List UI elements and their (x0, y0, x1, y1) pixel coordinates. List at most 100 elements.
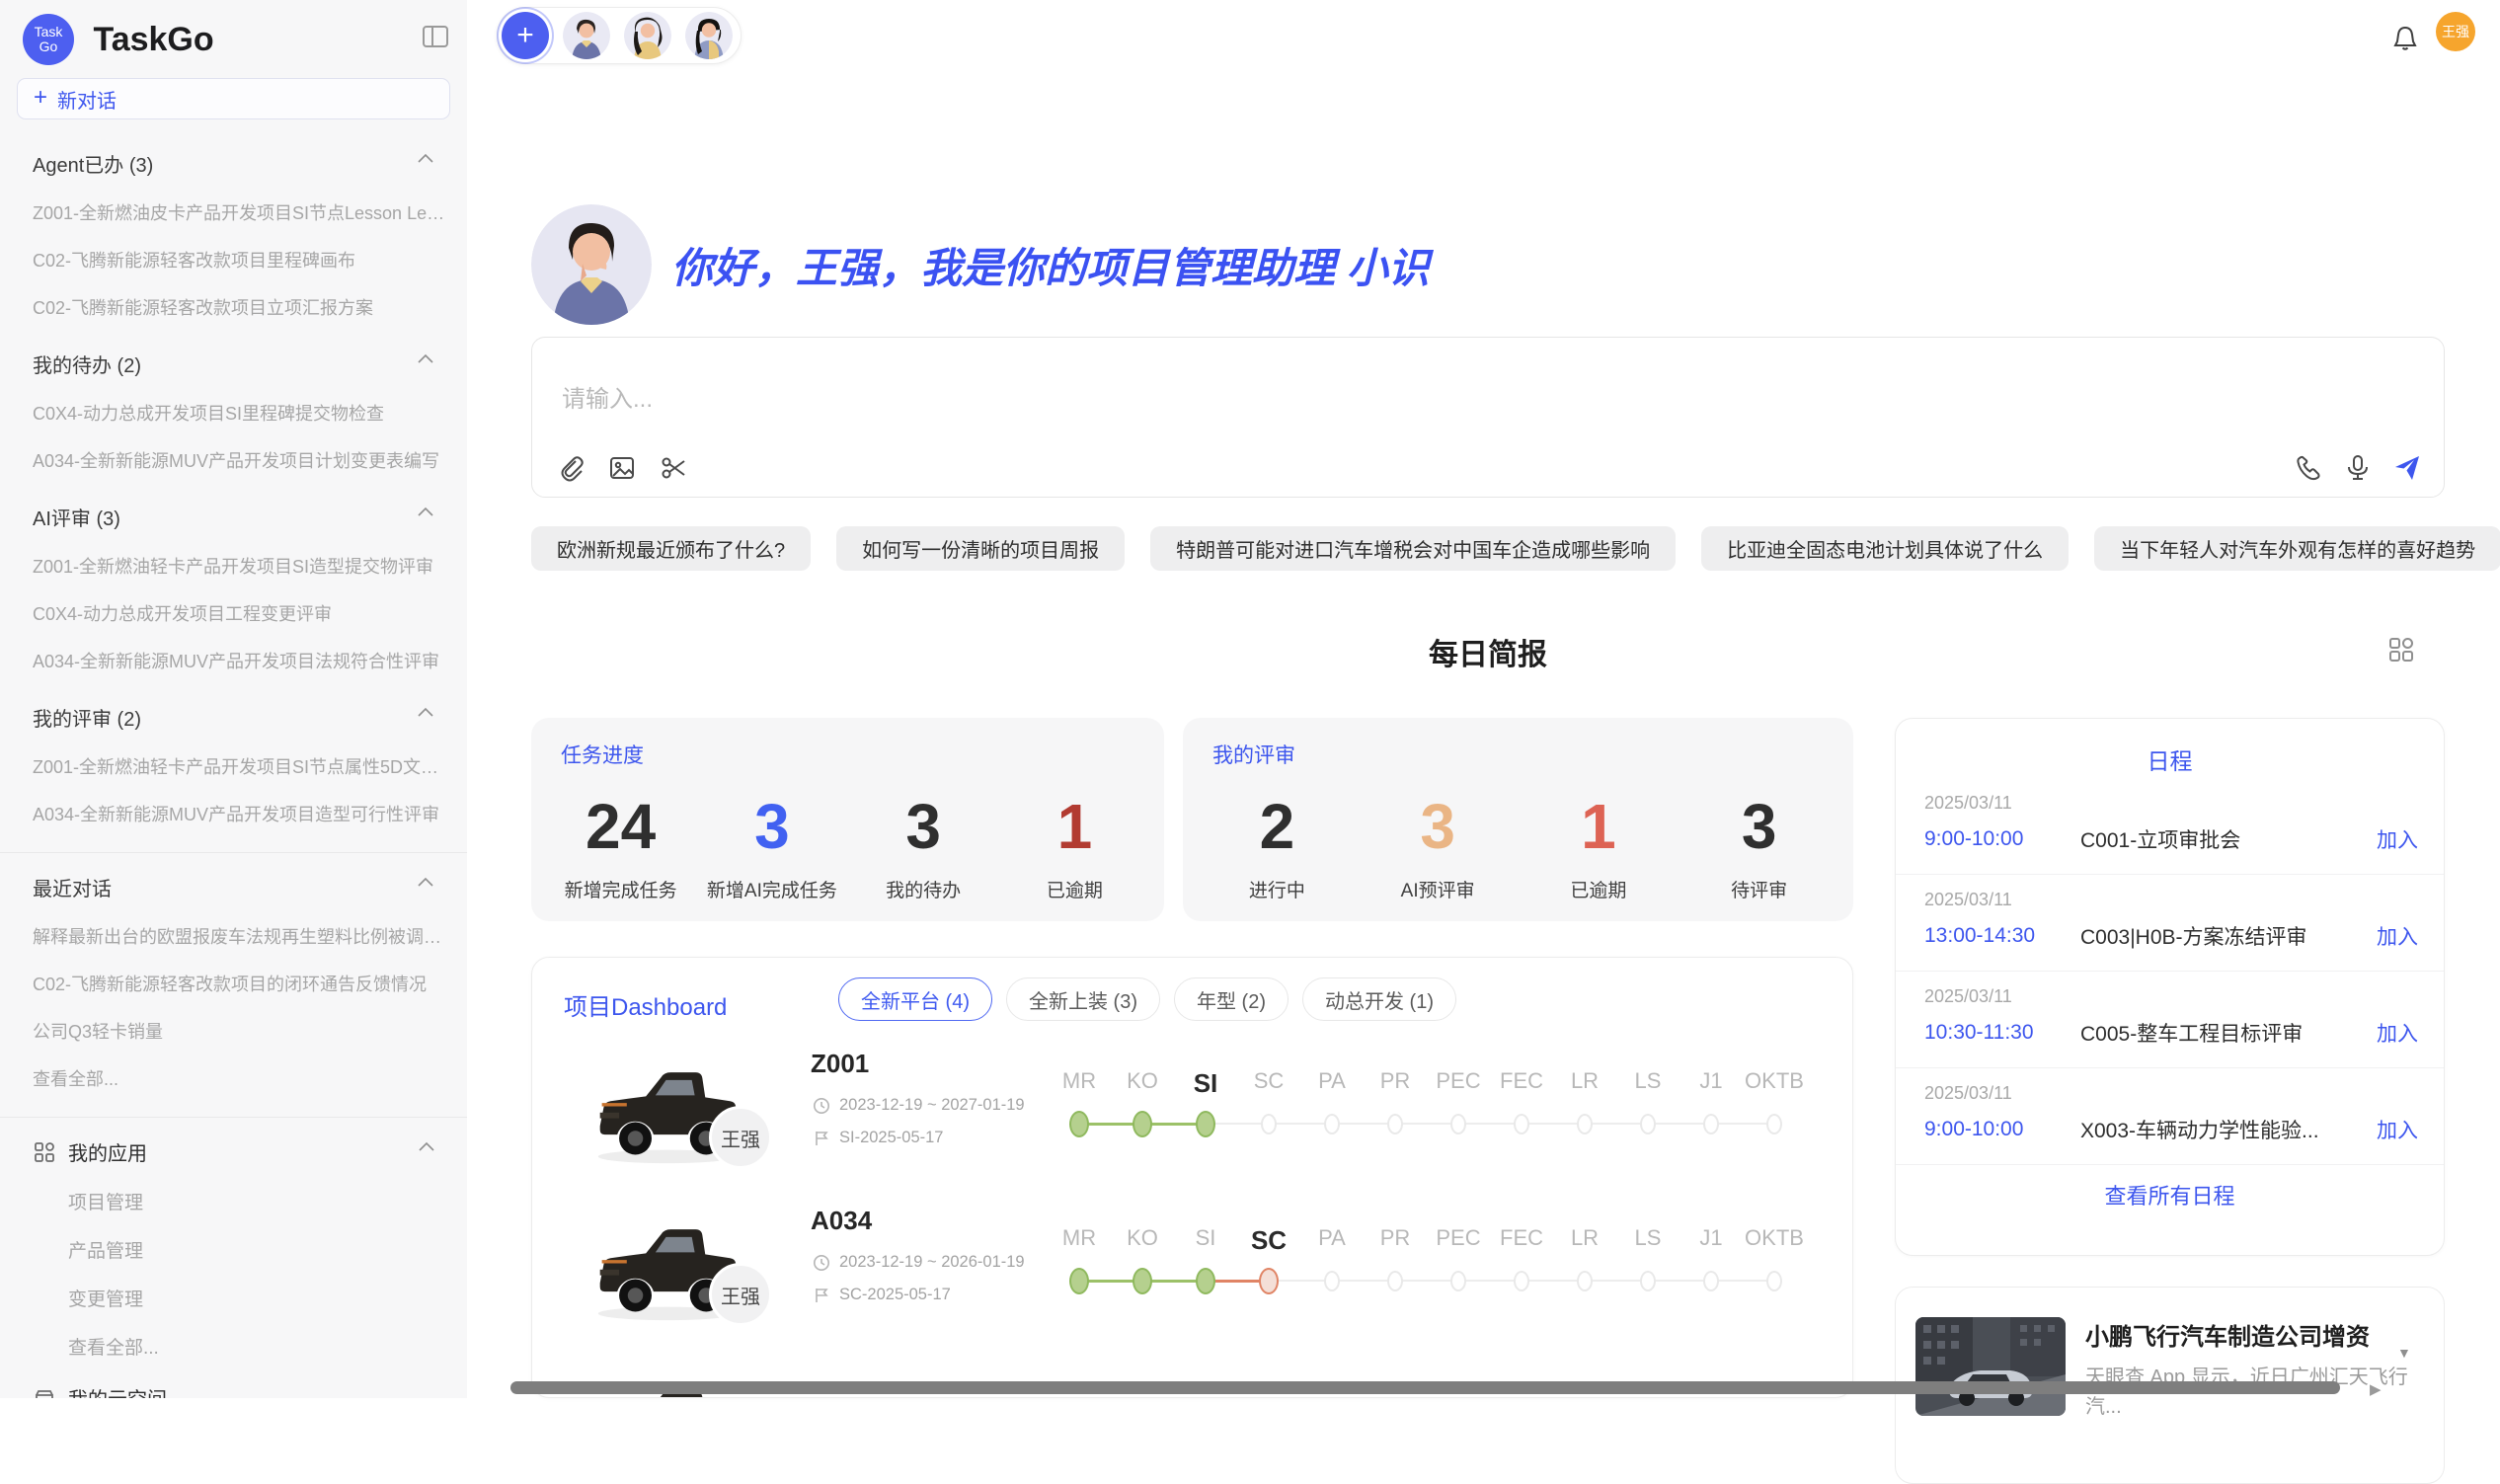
apps-view-all[interactable]: 查看全部... (68, 1333, 447, 1360)
section-recent-chats[interactable]: 最近对话 (33, 873, 434, 901)
recent-chat-item[interactable]: C02-飞腾新能源轻客改款项目的闭环通告反馈情况 (33, 971, 447, 996)
stat-label: 待评审 (1731, 876, 1787, 902)
suggestion-chip[interactable]: 如何写一份清晰的项目周报 (836, 526, 1125, 571)
recent-chat-item[interactable]: 公司Q3轻卡销量 (33, 1018, 447, 1044)
schedule-name: C005-整车工程目标评审 (2080, 1018, 2377, 1048)
user-avatar[interactable]: 王强 (2436, 12, 2475, 51)
chevron-up-icon[interactable] (418, 153, 433, 163)
milestone-dot-done (1069, 1268, 1089, 1294)
sidebar-task-item[interactable]: C02-飞腾新能源轻客改款项目里程碑画布 (33, 247, 447, 273)
sidebar-task-item[interactable]: C0X4-动力总成开发项目SI里程碑提交物检查 (33, 400, 447, 426)
schedule-name: C001-立项审批会 (2080, 824, 2377, 854)
new-chat-label: 新对话 (57, 85, 117, 114)
conversation-switcher: + (497, 7, 742, 64)
sidebar-item-product-mgmt[interactable]: 产品管理 (68, 1236, 447, 1263)
stat-label: 已逾期 (1047, 876, 1103, 902)
suggestion-chip[interactable]: 特朗普可能对进口汽车增税会对中国车企造成哪些影响 (1150, 526, 1676, 571)
tab-powertrain-dev[interactable]: 动总开发 (1) (1302, 977, 1456, 1021)
project-owner-badge: 王强 (709, 1106, 772, 1169)
section-agent-done[interactable]: Agent已办 (3) (33, 149, 434, 178)
section-my-review[interactable]: 我的评审 (2) (33, 703, 434, 732)
milestone-label: SI (1174, 1225, 1237, 1256)
schedule-card: 日程 2025/03/11 9:00-10:00 C001-立项审批会 加入 2… (1895, 718, 2445, 1256)
composer-right-icons (2294, 453, 2422, 483)
join-link[interactable]: 加入 (2377, 824, 2418, 854)
schedule-date: 2025/03/11 (1924, 890, 2418, 910)
tab-model-year[interactable]: 年型 (2) (1174, 977, 1289, 1021)
milestone-dot (1703, 1114, 1719, 1134)
view-all-schedule-link[interactable]: 查看所有日程 (1896, 1179, 2444, 1211)
scissors-icon[interactable] (659, 453, 688, 483)
sidebar-item-change-mgmt[interactable]: 变更管理 (68, 1285, 447, 1311)
suggestion-chip[interactable]: 当下年轻人对汽车外观有怎样的喜好趋势 (2094, 526, 2500, 571)
flag-icon (813, 1130, 830, 1147)
milestone-dot (1703, 1271, 1719, 1291)
card-title: 任务进度 (561, 740, 644, 769)
phone-icon[interactable] (2294, 453, 2323, 483)
message-input[interactable] (560, 385, 1745, 415)
stat-value: 24 (586, 795, 656, 858)
chevron-up-icon[interactable] (418, 707, 433, 717)
conversation-avatar[interactable] (563, 12, 610, 59)
sidebar-item-project-mgmt[interactable]: 项目管理 (68, 1188, 447, 1214)
chevron-up-icon[interactable] (419, 1141, 434, 1151)
sidebar-task-item[interactable]: C0X4-动力总成开发项目工程变更评审 (33, 600, 447, 626)
project-code: A034 (811, 1206, 872, 1236)
join-link[interactable]: 加入 (2377, 921, 2418, 951)
milestone-timeline: MR KO SI SC PA PR PEC FEC LR LS J1 OKTB (1048, 1068, 1806, 1140)
microphone-icon[interactable] (2343, 453, 2373, 483)
cloud-space-icon (34, 1387, 55, 1399)
join-link[interactable]: 加入 (2377, 1115, 2418, 1144)
schedule-name: X003-车辆动力学性能验... (2080, 1115, 2377, 1144)
join-link[interactable]: 加入 (2377, 1018, 2418, 1048)
recent-chat-item[interactable]: 解释最新出台的欧盟报废车法规再生塑料比例被调至15%... (33, 923, 447, 949)
conversation-avatar[interactable] (685, 12, 733, 59)
conversation-avatar[interactable] (624, 12, 671, 59)
milestone-label-current: SI (1174, 1068, 1237, 1099)
sidebar-item-my-cloud[interactable]: 我的云空间 (34, 1383, 450, 1398)
milestone-dot-done (1069, 1111, 1089, 1137)
milestone-label-current: SC (1237, 1225, 1300, 1256)
tab-new-superstructure[interactable]: 全新上装 (3) (1006, 977, 1160, 1021)
sidebar-item-my-apps[interactable]: 我的应用 (34, 1137, 450, 1166)
layout-grid-icon[interactable] (2386, 635, 2416, 664)
scroll-down-arrow[interactable]: ▼ (2397, 1345, 2411, 1361)
sidebar-task-item[interactable]: Z001-全新燃油皮卡产品开发项目SI节点Lesson Learn报告 (33, 199, 447, 225)
milestone-dot-done (1133, 1111, 1152, 1137)
new-conversation-button[interactable]: + (502, 12, 549, 59)
milestone-label: FEC (1490, 1225, 1553, 1256)
suggestion-chip[interactable]: 欧洲新规最近颁布了什么? (531, 526, 811, 571)
chevron-up-icon[interactable] (418, 507, 433, 516)
new-chat-button[interactable]: + 新对话 (17, 78, 450, 119)
image-icon[interactable] (607, 453, 637, 483)
milestone-label: LS (1616, 1225, 1680, 1256)
sidebar-task-item[interactable]: Z001-全新燃油轻卡产品开发项目SI节点属性5D文件评审 (33, 753, 447, 779)
section-ai-review[interactable]: AI评审 (3) (33, 503, 434, 531)
recent-chats-view-all[interactable]: 查看全部... (33, 1065, 447, 1091)
sidebar-task-item[interactable]: Z001-全新燃油轻卡产品开发项目SI造型提交物评审 (33, 553, 447, 579)
milestone-label: SC (1237, 1068, 1300, 1099)
task-progress-card: 任务进度 24 新增完成任务 3 新增AI完成任务 3 我的待办 1 已逾期 (531, 718, 1164, 921)
milestone-dot (1387, 1271, 1403, 1291)
sidebar-task-item[interactable]: A034-全新新能源MUV产品开发项目造型可行性评审 (33, 801, 447, 826)
stat-value: 3 (1420, 795, 1455, 858)
sidebar-collapse-icon[interactable] (421, 22, 450, 51)
suggestion-chip[interactable]: 比亚迪全固态电池计划具体说了什么 (1701, 526, 2069, 571)
project-dates: 2023-12-19 ~ 2026-01-19 (813, 1253, 1025, 1272)
divider (0, 852, 467, 853)
chevron-up-icon[interactable] (418, 877, 433, 887)
sidebar-task-item[interactable]: A034-全新新能源MUV产品开发项目法规符合性评审 (33, 648, 447, 673)
news-title: 小鹏飞行汽车制造公司增资 (2085, 1317, 2426, 1352)
chevron-up-icon[interactable] (418, 353, 433, 363)
sidebar-task-item[interactable]: C02-飞腾新能源轻客改款项目立项汇报方案 (33, 294, 447, 320)
scroll-right-arrow[interactable]: ▶ (2370, 1380, 2382, 1398)
sidebar-task-item[interactable]: A034-全新新能源MUV产品开发项目计划变更表编写 (33, 447, 447, 473)
divider (0, 1117, 467, 1118)
tab-all-new-platform[interactable]: 全新平台 (4) (838, 977, 992, 1021)
milestone-dot (1514, 1271, 1529, 1291)
section-my-todo[interactable]: 我的待办 (2) (33, 350, 434, 378)
send-icon[interactable] (2392, 453, 2422, 483)
attachment-icon[interactable] (556, 453, 586, 483)
horizontal-scrollbar-thumb[interactable] (510, 1381, 2340, 1394)
notification-bell-icon[interactable] (2390, 24, 2420, 53)
